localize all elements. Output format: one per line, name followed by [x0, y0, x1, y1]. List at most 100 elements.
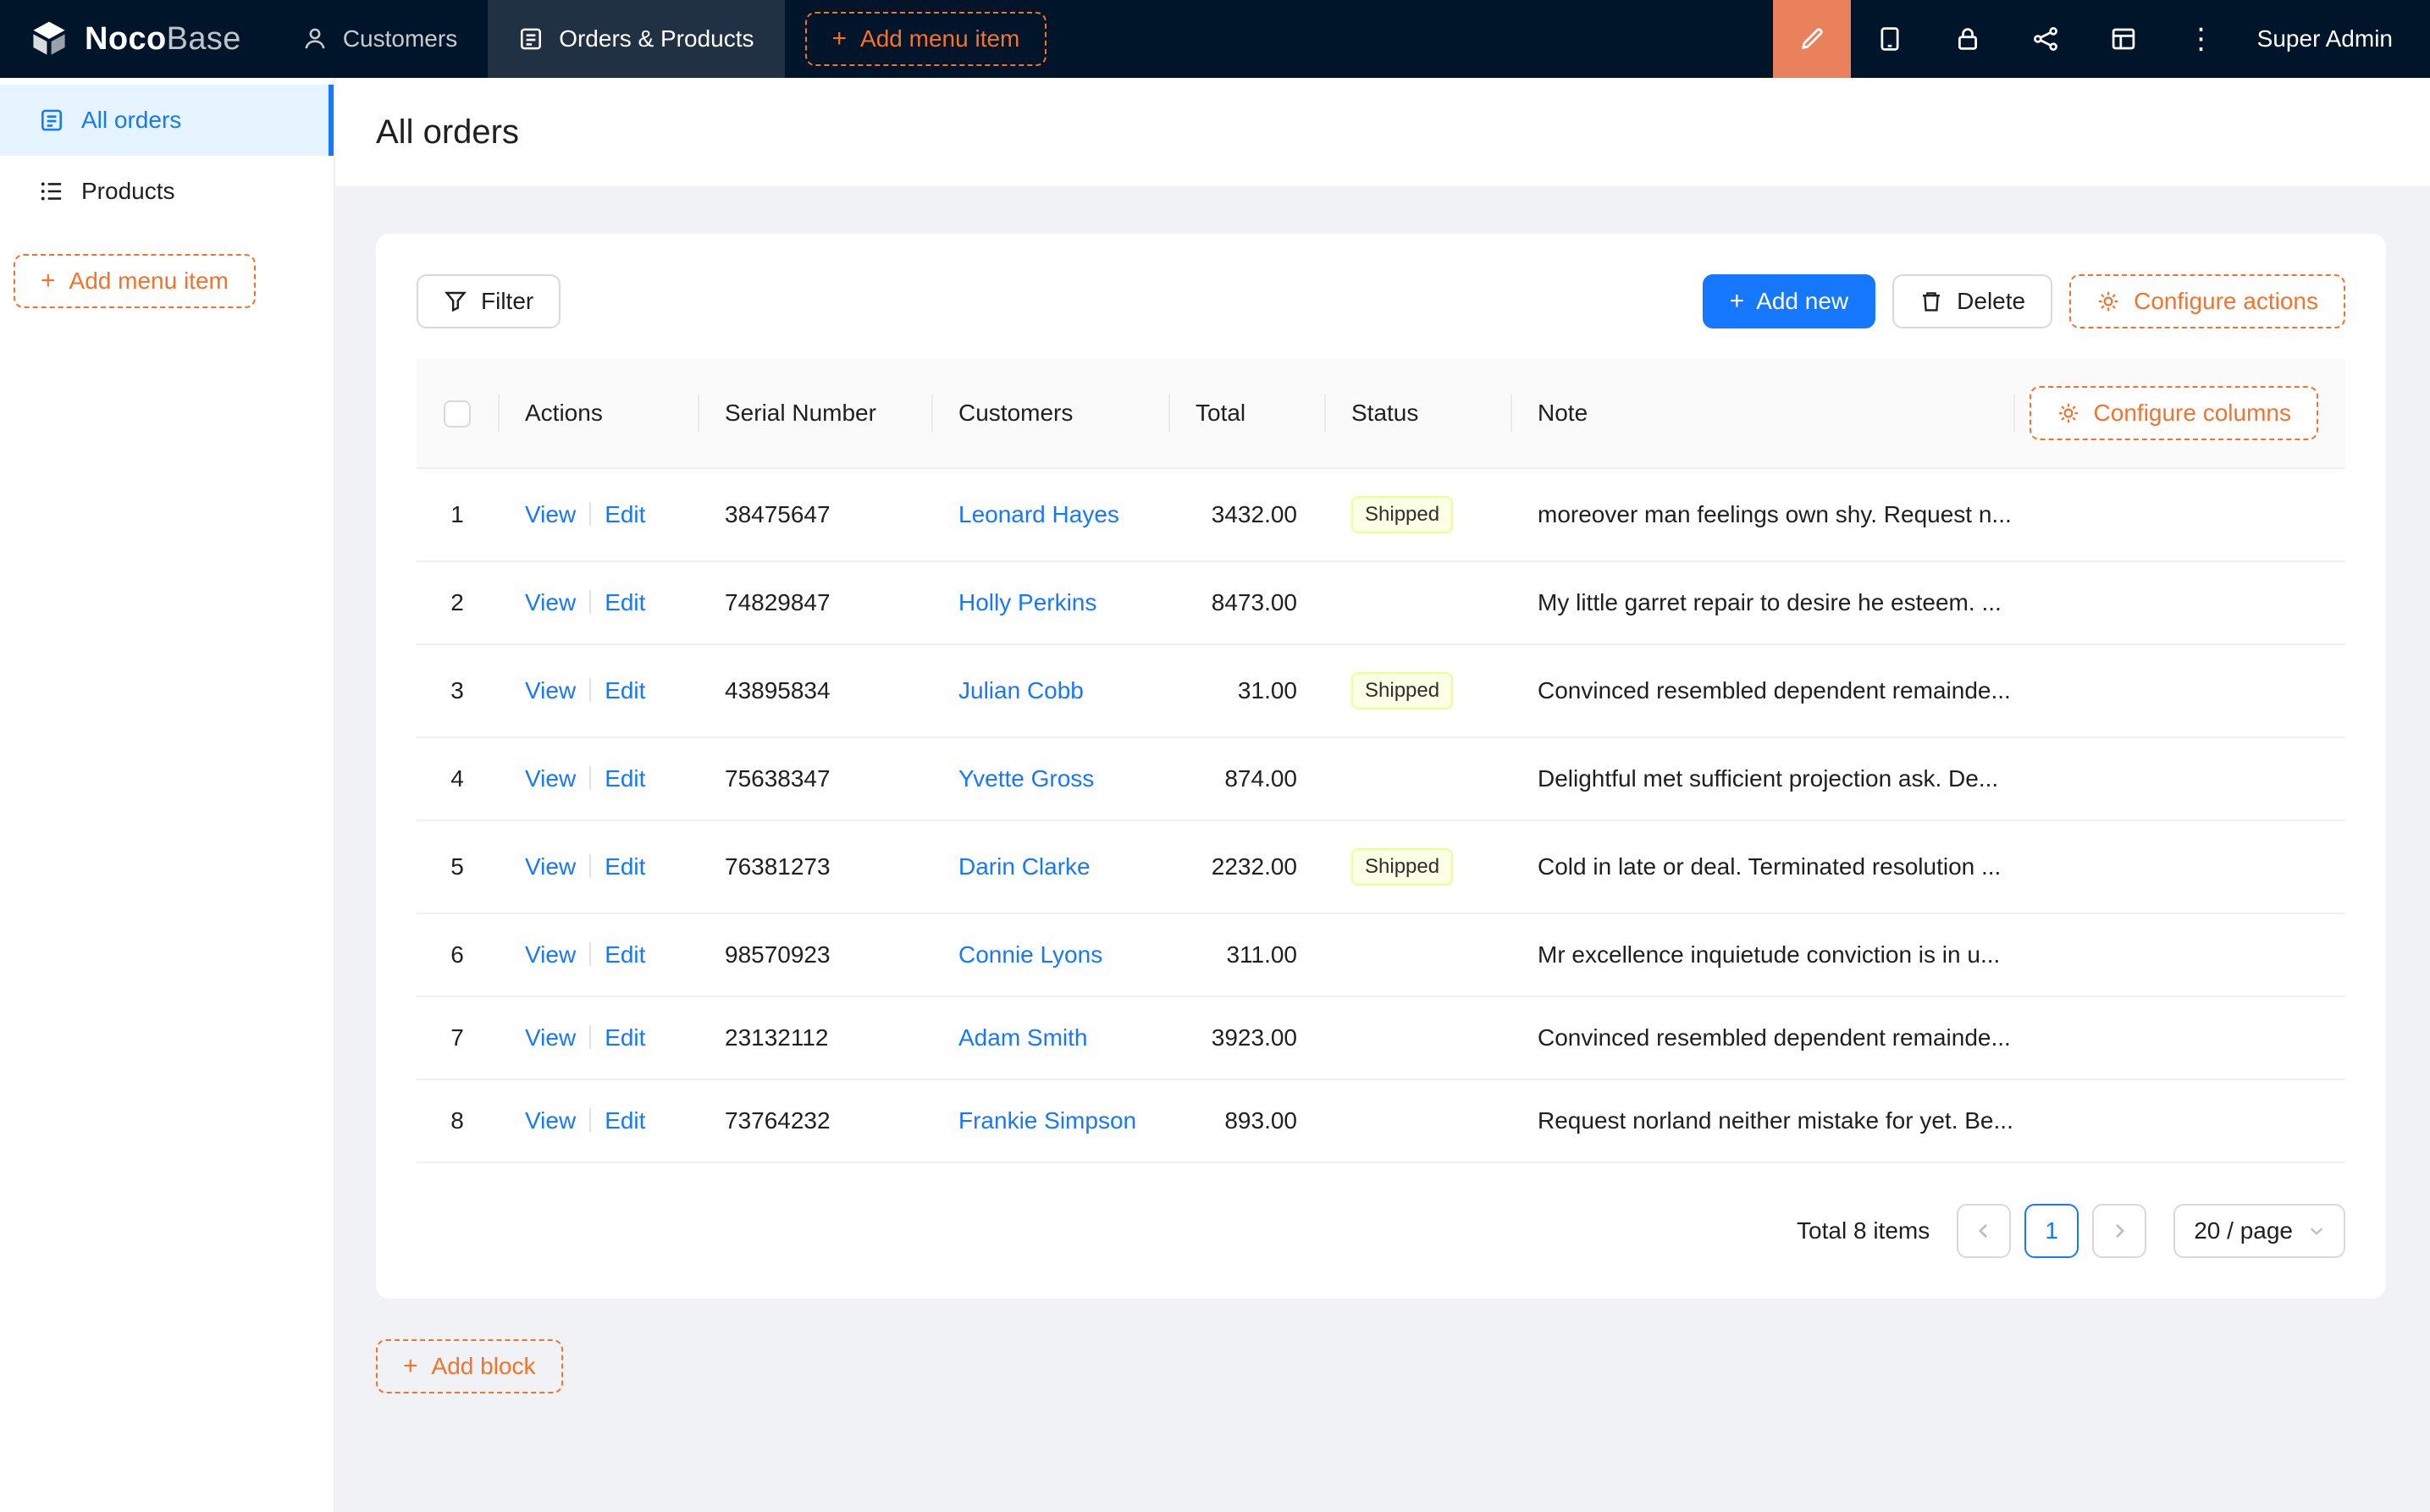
page-1-button[interactable]: 1 — [2024, 1204, 2079, 1258]
gear-icon — [2096, 290, 2120, 313]
sidebar-item-products[interactable]: Products — [0, 156, 334, 227]
customer-link[interactable]: Darin Clarke — [958, 853, 1091, 880]
customer-link[interactable]: Julian Cobb — [958, 677, 1084, 704]
serial-number-cell: 74829847 — [698, 561, 931, 644]
prev-page-button[interactable] — [1957, 1204, 2011, 1258]
serial-number-cell: 76381273 — [698, 820, 931, 913]
column-header-actions: Actions — [498, 359, 698, 468]
view-link[interactable]: View — [525, 941, 576, 968]
layout-button[interactable] — [2085, 0, 2162, 78]
row-index: 5 — [450, 853, 464, 880]
view-link[interactable]: View — [525, 501, 576, 527]
nav-tab-customers[interactable]: Customers — [272, 0, 488, 78]
filter-icon — [444, 290, 467, 313]
trash-icon — [1919, 290, 1943, 313]
customer-link[interactable]: Connie Lyons — [958, 941, 1102, 968]
view-link[interactable]: View — [525, 853, 576, 880]
ellipsis-vertical-icon: ⋮ — [2187, 25, 2216, 53]
orders-table-block: Filter + Add new Delete — [376, 234, 2386, 1299]
edit-link[interactable]: Edit — [605, 853, 645, 880]
customer-link[interactable]: Yvette Gross — [958, 765, 1094, 792]
nocobase-logo[interactable]: NocoBase — [0, 0, 272, 78]
note-cell: My little garret repair to desire he est… — [1510, 561, 2013, 644]
mobile-client-button[interactable] — [1851, 0, 1929, 78]
page-size-select[interactable]: 20 / page — [2173, 1204, 2345, 1258]
row-index: 1 — [450, 501, 464, 527]
logo-text-light: Base — [167, 21, 241, 57]
row-index: 7 — [450, 1024, 464, 1051]
view-link[interactable]: View — [525, 1107, 576, 1134]
row-index: 8 — [450, 1107, 464, 1134]
page-title: All orders — [376, 113, 519, 152]
serial-number-cell: 73764232 — [698, 1079, 931, 1162]
add-menu-item-button-sidebar[interactable]: + Add menu item — [14, 254, 256, 308]
divider — [589, 590, 591, 614]
configure-actions-label: Configure actions — [2134, 288, 2318, 315]
plus-icon: + — [832, 26, 848, 52]
api-button[interactable] — [2007, 0, 2085, 78]
ui-editor-button[interactable] — [1773, 0, 1851, 78]
total-cell: 2232.00 — [1168, 820, 1324, 913]
tablet-icon — [1876, 25, 1903, 52]
edit-link[interactable]: Edit — [605, 1107, 645, 1134]
note-cell: moreover man feelings own shy. Request n… — [1510, 468, 2013, 561]
view-link[interactable]: View — [525, 765, 576, 792]
logo-text-bold: Noco — [85, 21, 167, 57]
customer-link[interactable]: Frankie Simpson — [958, 1107, 1136, 1134]
edit-link[interactable]: Edit — [605, 589, 645, 615]
table-row: 4 ViewEdit 75638347 Yvette Gross 874.00 … — [417, 737, 2345, 820]
edit-link[interactable]: Edit — [605, 765, 645, 792]
delete-button[interactable]: Delete — [1892, 274, 2052, 328]
add-menu-item-label: Add menu item — [860, 25, 1019, 52]
edit-link[interactable]: Edit — [605, 677, 645, 704]
customer-link[interactable]: Holly Perkins — [958, 589, 1096, 615]
divider — [589, 1108, 591, 1132]
customer-link[interactable]: Adam Smith — [958, 1024, 1088, 1051]
configure-columns-label: Configure columns — [2094, 400, 2291, 427]
add-menu-item-button-navbar[interactable]: + Add menu item — [805, 12, 1047, 66]
sidebar-item-all-orders[interactable]: All orders — [0, 85, 334, 156]
nav-tab-label: Orders & Products — [559, 25, 754, 52]
sidebar-item-label: All orders — [81, 107, 181, 134]
edit-link[interactable]: Edit — [605, 501, 645, 527]
edit-link[interactable]: Edit — [605, 941, 645, 968]
chevron-down-icon — [2308, 1222, 2325, 1239]
plus-icon: + — [1730, 289, 1745, 314]
user-menu[interactable]: Super Admin — [2257, 25, 2393, 52]
view-link[interactable]: View — [525, 1024, 576, 1051]
total-cell: 311.00 — [1168, 913, 1324, 996]
add-new-button[interactable]: + Add new — [1703, 274, 1876, 328]
note-cell: Request norland neither mistake for yet.… — [1510, 1079, 2013, 1162]
edit-link[interactable]: Edit — [605, 1024, 645, 1051]
customer-link[interactable]: Leonard Hayes — [958, 501, 1119, 527]
nav-tab-orders-products[interactable]: Orders & Products — [488, 0, 784, 78]
divider — [589, 766, 591, 790]
table-row: 7 ViewEdit 23132112 Adam Smith 3923.00 C… — [417, 996, 2345, 1079]
add-block-label: Add block — [432, 1353, 536, 1380]
chevron-left-icon — [1974, 1221, 1994, 1241]
total-cell: 874.00 — [1168, 737, 1324, 820]
serial-number-cell: 75638347 — [698, 737, 931, 820]
more-button[interactable]: ⋮ — [2162, 0, 2240, 78]
column-header-serial-number: Serial Number — [698, 359, 931, 468]
view-link[interactable]: View — [525, 677, 576, 704]
delete-label: Delete — [1957, 288, 2025, 315]
app-root: NocoBase Customers Orders & Products + A… — [0, 0, 2430, 1512]
configure-columns-button[interactable]: Configure columns — [2030, 386, 2318, 440]
user-icon — [302, 26, 328, 52]
table-toolbar: Filter + Add new Delete — [417, 274, 2345, 328]
serial-number-cell: 23132112 — [698, 996, 931, 1079]
configure-actions-button[interactable]: Configure actions — [2069, 274, 2345, 328]
view-link[interactable]: View — [525, 589, 576, 615]
window-icon — [2110, 25, 2137, 52]
pagination-total: Total 8 items — [1797, 1217, 1930, 1244]
row-index: 6 — [450, 941, 464, 968]
column-header-status: Status — [1324, 359, 1510, 468]
lock-button[interactable] — [1929, 0, 2007, 78]
next-page-button[interactable] — [2092, 1204, 2146, 1258]
add-block-button[interactable]: + Add block — [376, 1339, 563, 1393]
select-all-checkbox[interactable] — [444, 400, 471, 428]
filter-button[interactable]: Filter — [417, 274, 561, 328]
serial-number-cell: 38475647 — [698, 468, 931, 561]
serial-number-cell: 43895834 — [698, 644, 931, 737]
